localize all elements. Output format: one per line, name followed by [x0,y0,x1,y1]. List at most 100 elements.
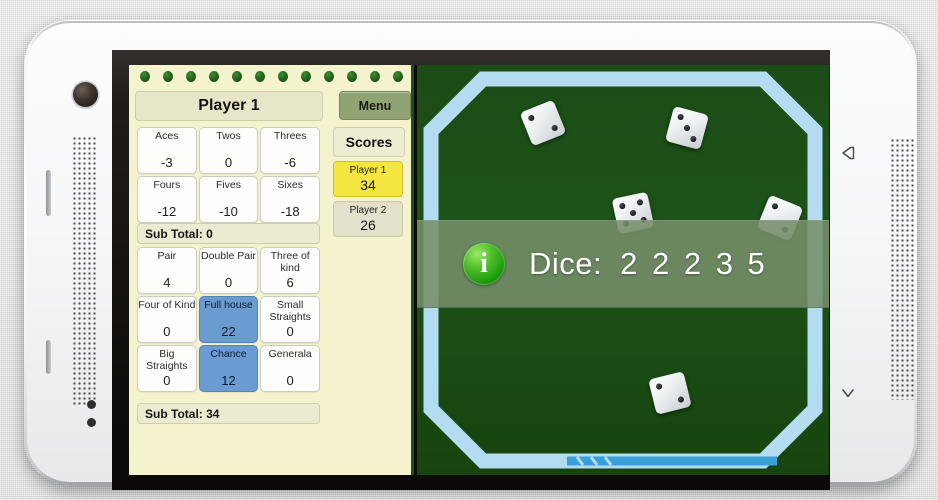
dice-values: 2 2 2 3 5 [620,246,768,281]
score-cell-value: -12 [157,204,177,219]
score-cell[interactable]: Chance 12 [198,345,259,392]
led-indicator [208,70,219,82]
dice-banner-text: Dice: 2 2 2 3 5 [529,246,768,282]
info-icon: i [463,243,505,285]
upper-subtotal: Sub Total: 0 [137,223,320,244]
speaker-grille-left [72,136,98,406]
dice-label: Dice: [529,246,603,281]
score-cell[interactable]: Pair 4 [137,247,197,294]
die-pip [629,209,637,217]
score-cell-value: 0 [163,324,171,339]
score-cell[interactable]: Full house 22 [198,296,259,343]
led-indicator [347,70,358,82]
score-panel: Player 1 Menu Aces -3 Twos 0 Threes -6 Fours -1… [129,65,414,475]
panel-header-row: Player 1 Menu [135,91,411,121]
led-indicator [370,70,381,82]
score-cell-label: Chance [210,348,247,360]
score-cell-label: Twos [216,130,241,142]
score-cell-label: Fives [215,179,242,191]
score-cell[interactable]: Small Straights 0 [260,296,320,343]
score-cell-label: Aces [155,130,179,142]
score-cell[interactable]: Twos 0 [198,127,259,174]
led-indicator [185,70,196,82]
score-cell[interactable]: Fours -12 [137,176,197,223]
score-cell-value: -6 [284,155,296,170]
lower-section-grid: Pair 4 Double Pair 0 Three of kind 6 Four of K… [137,247,320,392]
lower-subtotal: Sub Total: 34 [137,403,320,424]
score-cell-label: Sixes [277,179,303,191]
menu-button[interactable]: Menu [339,91,411,120]
score-cell[interactable]: Three of kind 6 [260,247,320,294]
sensor-dot-lower [87,418,96,427]
led-indicator [301,70,312,82]
app-screen: Player 1 Menu Aces -3 Twos 0 Threes -6 Fours -1… [129,65,829,475]
score-cell-label: Full house [204,299,253,311]
score-cell-value: 12 [221,373,236,388]
score-cell-value: 0 [286,373,294,388]
score-cell-label: Big Straights [146,348,188,372]
score-cell-label: Three of kind [270,250,310,274]
led-indicator [231,70,242,82]
score-card-points: 26 [360,217,376,233]
score-cell-label: Double Pair [201,250,256,262]
score-card-player-1[interactable]: Player 1 34 [333,161,403,197]
score-cell-value: 22 [221,324,236,339]
die-pip [636,199,644,207]
die-pip [655,383,664,391]
led-indicator [393,70,404,82]
score-cell-value: 0 [224,275,233,290]
front-camera-icon [73,82,98,107]
volume-button[interactable] [46,340,51,374]
score-cell[interactable]: Fives -10 [198,176,259,223]
die-pip [689,135,698,144]
score-cell[interactable]: Sixes -18 [260,176,320,223]
score-cell[interactable]: Aces -3 [137,127,197,174]
die-pip [683,124,691,132]
score-cell-value: 0 [163,373,171,388]
die-pip [619,202,627,210]
score-cell-label: Pair [157,250,177,262]
score-card-name: Player 2 [349,205,387,216]
nav-hide-button[interactable] [833,378,863,408]
power-button[interactable] [46,170,51,216]
led-indicator [324,70,335,82]
die-pip [527,114,536,123]
score-cell-value: -18 [280,204,300,219]
score-cell-label: Threes [273,130,307,142]
die-pip [550,123,559,132]
score-cell[interactable]: Four of Kind 0 [137,296,197,343]
phone-device: Player 1 Menu Aces -3 Twos 0 Threes -6 Fours -1… [24,20,917,490]
current-player-title: Player 1 [135,91,323,121]
score-cell-label: Small Straights [269,299,311,323]
game-board[interactable]: i Dice: 2 2 2 3 5 [417,65,829,475]
score-cell[interactable]: Threes -6 [260,127,320,174]
score-card-name: Player 1 [349,165,387,176]
score-card-player-2[interactable]: Player 2 26 [333,201,403,237]
upper-section-grid: Aces -3 Twos 0 Threes -6 Fours -12 Fives -10 Sixes… [137,127,320,223]
score-cell-label: Fours [153,179,181,191]
score-cell-value: 4 [163,275,171,290]
dice-result-banner[interactable]: i Dice: 2 2 2 3 5 [417,220,829,308]
score-cell[interactable]: Generala 0 [260,345,320,392]
sensor-dot-upper [87,400,96,409]
led-indicator [278,70,288,82]
score-card-points: 34 [360,177,376,193]
scores-header: Scores [333,127,405,157]
led-indicator [139,70,150,82]
score-cell-label: Generala [268,348,312,360]
score-cell[interactable]: Double Pair 0 [198,247,259,294]
die-pip [676,112,685,121]
led-indicator [162,70,173,82]
score-cell-value: 0 [224,155,233,170]
score-cell-value: -10 [219,204,238,219]
score-cell-value: 0 [286,324,294,339]
score-cell-value: 6 [286,275,294,290]
die-pip [676,395,685,403]
die-pip [771,202,780,211]
speaker-grille-right [890,138,916,400]
led-indicator-row [129,65,414,87]
nav-back-button[interactable] [833,138,863,168]
led-indicator [254,70,265,82]
score-cell[interactable]: Big Straights 0 [137,345,197,392]
score-cell-label: Four of Kind [138,299,196,311]
